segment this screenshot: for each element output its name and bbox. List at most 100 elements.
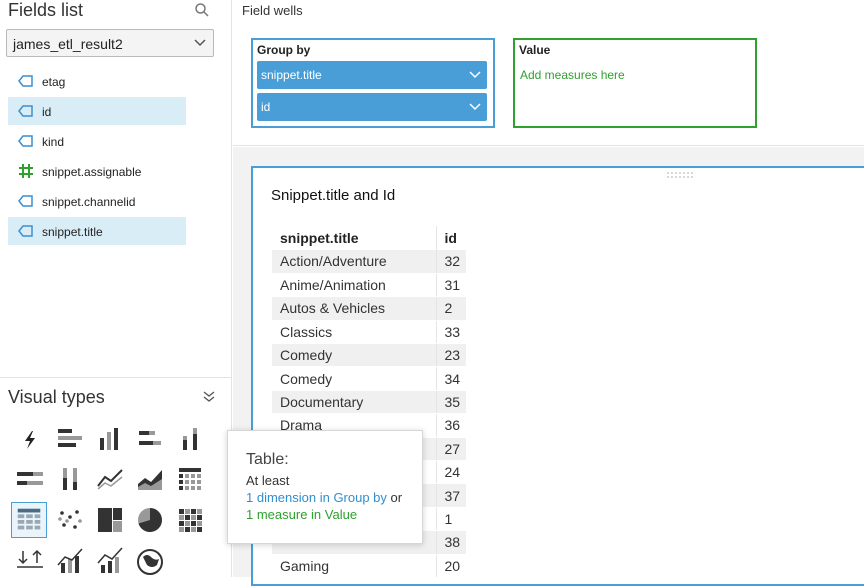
chevron-down-icon [194, 39, 206, 47]
fields-list-title: Fields list [8, 0, 84, 20]
chevron-down-icon[interactable] [469, 70, 481, 80]
table-row: Comedy 23 [272, 343, 467, 368]
group-by-field-pill[interactable]: id [257, 93, 487, 121]
heat-map-icon[interactable] [173, 503, 207, 537]
table-cell: Gaming [272, 554, 437, 578]
field-item-snippet-channelid[interactable]: snippet.channelid [8, 187, 186, 215]
group-by-label: Group by [257, 43, 311, 57]
table-cell: Comedy [272, 343, 437, 368]
table-row: Comedy 34 [272, 366, 467, 391]
line-chart-icon[interactable] [93, 462, 127, 496]
value-well[interactable]: Value Add measures here [513, 38, 757, 128]
table-cell: Classics [272, 320, 437, 345]
column-header[interactable]: snippet.title [272, 226, 437, 250]
vertical-bar-chart-icon[interactable] [93, 422, 127, 456]
tooltip-line: At least [246, 473, 290, 488]
table-cell: Comedy [272, 366, 437, 391]
table-row: Gaming 20 [272, 554, 467, 578]
add-measures-placeholder: Add measures here [520, 68, 625, 82]
field-item-kind[interactable]: kind [8, 127, 186, 155]
geospatial-map-icon[interactable] [133, 543, 167, 577]
pie-chart-icon[interactable] [133, 503, 167, 537]
tooltip-dimension-hint: 1 dimension in Group by [246, 490, 387, 505]
column-header[interactable]: id [436, 226, 466, 250]
drag-handle-icon[interactable] [665, 171, 695, 179]
pill-label: snippet.title [261, 68, 322, 82]
group-by-well[interactable]: Group by snippet.title id [251, 38, 495, 128]
table-icon [17, 508, 41, 530]
table-cell: 38 [436, 530, 467, 555]
table-cell: 34 [436, 366, 467, 391]
field-label: snippet.assignable [42, 165, 142, 179]
horizontal-stacked-bar-icon[interactable] [133, 422, 167, 456]
field-item-snippet-title[interactable]: snippet.title [8, 217, 186, 245]
table-cell: 31 [436, 273, 467, 298]
dimension-tag-icon [18, 75, 33, 87]
collapse-chevron-icon[interactable] [202, 390, 216, 404]
dimension-tag-icon [18, 195, 33, 207]
table-cell: 27 [436, 437, 467, 462]
vertical-stacked-bar-icon[interactable] [173, 422, 207, 456]
field-label: kind [42, 135, 65, 149]
table-cell: 33 [436, 320, 467, 345]
table-visual-button[interactable] [11, 502, 47, 538]
field-label: snippet.channelid [42, 195, 136, 209]
field-label: snippet.title [42, 225, 103, 239]
autograph-icon[interactable] [13, 422, 47, 456]
table-row: Anime/Animation 31 [272, 273, 467, 298]
combo-bar-line-icon[interactable] [53, 543, 87, 577]
value-label: Value [519, 43, 551, 57]
table-cell: 1 [436, 507, 467, 532]
table-cell: 20 [436, 554, 467, 578]
vertical-100-bar-icon[interactable] [53, 462, 87, 496]
field-item-id[interactable]: id [8, 97, 186, 125]
visual-types-title: Visual types [8, 387, 105, 407]
chevron-down-icon[interactable] [469, 102, 481, 112]
dataset-dropdown[interactable]: james_etl_result2 [6, 29, 214, 57]
left-panel: Fields list james_etl_result2 etag id ki… [0, 0, 232, 577]
horizontal-100-bar-icon[interactable] [13, 462, 47, 496]
visual-title: Snippet.title and Id [271, 187, 396, 204]
tooltip-measure-hint: 1 measure in Value [246, 507, 358, 522]
table-cell: Autos & Vehicles [272, 296, 437, 321]
table-cell: 37 [436, 483, 467, 508]
table-cell: 36 [436, 413, 467, 438]
table-cell: 32 [436, 250, 467, 274]
area-chart-icon[interactable] [133, 462, 167, 496]
field-item-etag[interactable]: etag [8, 67, 186, 95]
field-wells-title: Field wells [242, 3, 303, 18]
tooltip-title: Table: [246, 451, 289, 468]
tooltip-line: 1 dimension in Group by or [246, 490, 422, 505]
scatter-plot-icon[interactable] [53, 503, 87, 537]
table-cell: Action/Adventure [272, 250, 437, 274]
combo-stacked-line-icon[interactable] [93, 543, 127, 577]
search-icon[interactable] [194, 2, 210, 18]
pivot-table-icon[interactable] [173, 462, 207, 496]
field-label: etag [42, 75, 66, 89]
tree-map-icon[interactable] [93, 503, 127, 537]
pill-label: id [261, 100, 271, 114]
field-label: id [42, 105, 52, 119]
table-row: Classics 33 [272, 320, 467, 345]
table-header-row: snippet.title id [272, 226, 466, 250]
table-row: Autos & Vehicles 2 [272, 296, 467, 321]
divider [0, 377, 232, 378]
table-row: Documentary 35 [272, 390, 467, 415]
dimension-tag-icon [18, 105, 33, 117]
tooltip-or: or [386, 490, 403, 505]
table-cell: 23 [436, 343, 467, 368]
measure-hash-icon [19, 164, 33, 178]
table-cell: 24 [436, 460, 467, 485]
dimension-tag-icon [18, 135, 33, 147]
table-cell: Anime/Animation [272, 273, 437, 298]
group-by-field-pill[interactable]: snippet.title [257, 61, 487, 89]
kpi-icon[interactable] [13, 543, 47, 577]
table-cell: Documentary [272, 390, 437, 415]
table-cell: 35 [436, 390, 467, 415]
dimension-tag-icon [18, 225, 33, 237]
dataset-name: james_etl_result2 [13, 36, 123, 52]
field-item-snippet-assignable[interactable]: snippet.assignable [8, 157, 186, 185]
horizontal-bar-chart-icon[interactable] [53, 422, 87, 456]
table-cell: 2 [436, 296, 467, 321]
table-row: Action/Adventure 32 [272, 250, 467, 274]
